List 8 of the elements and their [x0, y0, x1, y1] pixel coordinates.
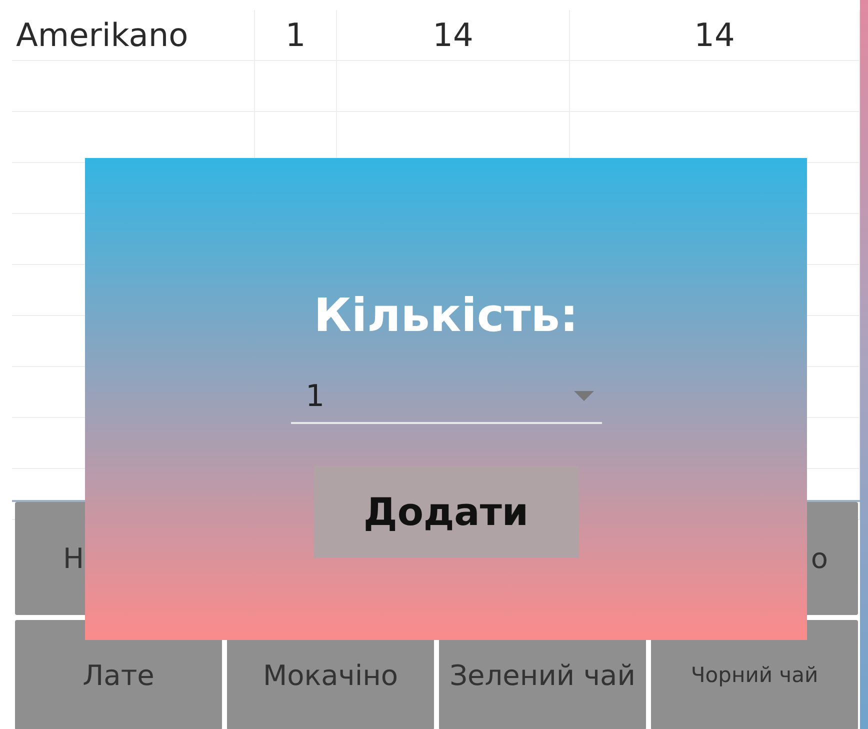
add-button[interactable]: Додати — [314, 466, 578, 558]
caret-icon — [574, 391, 594, 401]
table-cell: 14 — [337, 10, 570, 60]
table-cell: Amerikano — [12, 10, 255, 60]
dialog-title: Кількість: — [314, 288, 578, 342]
dropdown-value: 1 — [306, 378, 325, 414]
quantity-dropdown[interactable]: 1 — [290, 370, 602, 424]
table-cell: 1 — [255, 10, 337, 60]
